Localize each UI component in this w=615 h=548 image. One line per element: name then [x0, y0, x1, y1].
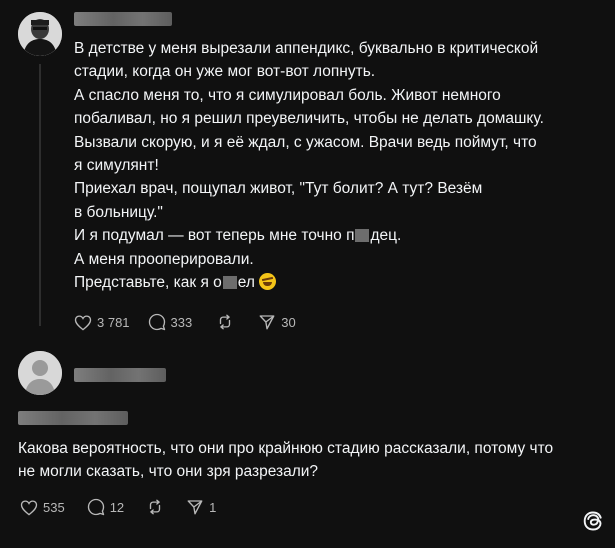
reply-avatar[interactable]	[18, 351, 62, 395]
reply-actions: 535 12 1	[20, 498, 216, 516]
reply-comment-count: 12	[109, 499, 125, 515]
comment-button[interactable]: 333	[148, 313, 193, 331]
post-line-start: Представьте, как я о	[74, 274, 222, 292]
share-icon	[187, 500, 203, 515]
heart-icon	[20, 499, 38, 515]
censor-block	[355, 229, 370, 243]
reply-subtitle	[18, 411, 128, 425]
post-line-censored: И я подумал — вот теперь мне точно п дец.	[74, 224, 604, 247]
post-line: Приехал врач, пощупал живот, "Тут болит?…	[74, 180, 483, 198]
repost-button[interactable]	[216, 313, 234, 331]
reply-share-count: 1	[209, 499, 217, 515]
comment-icon	[87, 498, 104, 516]
reply-line: Какова вероятность, что они про крайнюю …	[18, 440, 554, 457]
threads-logo-icon	[581, 509, 605, 538]
post-line: я симулянт!	[74, 157, 159, 175]
post-actions: 3 781 333 30	[74, 313, 296, 331]
heart-icon	[74, 314, 92, 330]
post-line: А меня прооперировали.	[74, 250, 254, 268]
reply-username[interactable]	[74, 368, 166, 382]
thread-line	[39, 64, 41, 326]
post-line-end: дец.	[370, 227, 402, 245]
post-line: Вызвали скорую, и я её ждал, с ужасом. В…	[74, 133, 537, 151]
post-line-start: И я подумал — вот теперь мне точно п	[74, 227, 355, 245]
post-line: А спасло меня то, что я симулировал боль…	[74, 86, 501, 104]
post-text: В детстве у меня вырезали аппендикс, бук…	[74, 37, 604, 294]
post-line: в больницу."	[74, 203, 163, 221]
repost-icon	[149, 499, 161, 515]
post-line-censored: Представьте, как я о ел	[74, 271, 604, 294]
rofl-emoji-icon	[258, 273, 276, 291]
reply-like-count: 535	[43, 499, 65, 515]
post-line: В детстве у меня вырезали аппендикс, бук…	[74, 40, 539, 57]
comment-icon	[148, 313, 165, 331]
comment-count: 333	[170, 314, 193, 330]
post-line-end: ел	[237, 274, 255, 292]
reply-comment-button[interactable]: 12	[87, 498, 124, 516]
reply-like-button[interactable]: 535	[20, 499, 65, 516]
reply-share-button[interactable]: 1	[186, 498, 216, 516]
censor-block	[222, 276, 237, 290]
reply-text: Какова вероятность, что они про крайнюю …	[18, 437, 608, 484]
reply-repost-button[interactable]	[146, 498, 164, 516]
post-line: побаливал, но я решил преувеличить, чтоб…	[74, 110, 544, 128]
like-button[interactable]: 3 781	[74, 314, 130, 331]
share-icon	[259, 315, 275, 330]
repost-icon	[220, 314, 231, 330]
avatar-image	[18, 12, 62, 56]
username[interactable]	[74, 12, 172, 26]
share-count: 30	[281, 314, 296, 330]
post-line: стадии, когда он уже мог вот-вот лопнуть…	[74, 63, 376, 81]
like-count: 3 781	[97, 314, 130, 330]
default-avatar-icon	[18, 351, 62, 395]
avatar[interactable]	[18, 12, 62, 56]
share-button[interactable]: 30	[258, 313, 296, 331]
reply-line: не могли сказать, что они зря разрезали?	[18, 463, 319, 481]
